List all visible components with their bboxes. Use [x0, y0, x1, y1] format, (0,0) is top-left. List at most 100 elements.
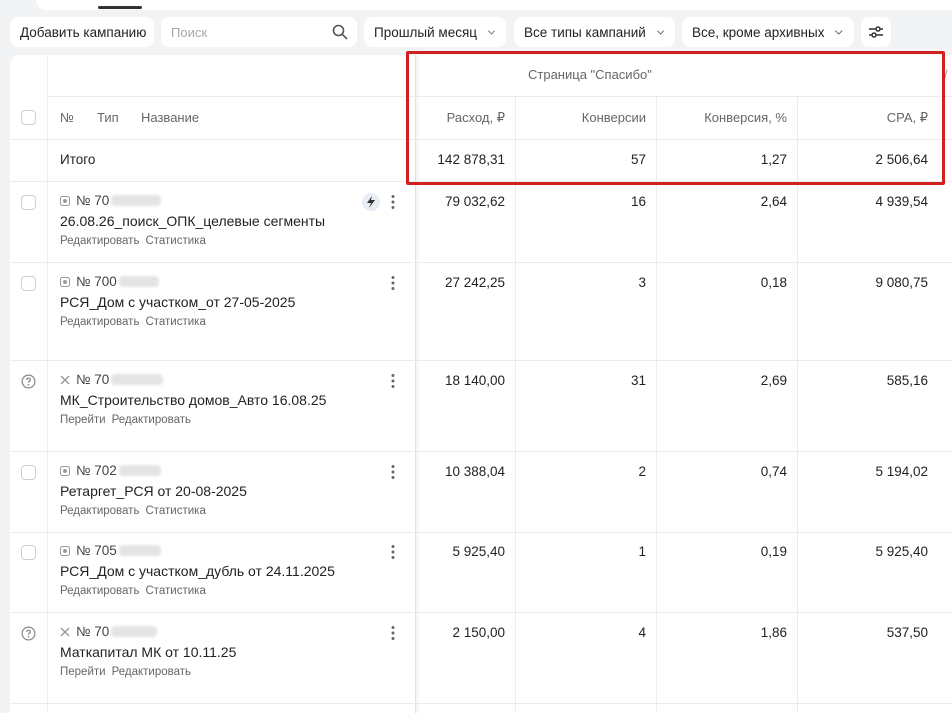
highlight-frame	[406, 51, 945, 185]
statistics-link[interactable]: Статистика	[145, 235, 205, 247]
row-conversions: 3	[638, 275, 646, 290]
column-divider	[797, 97, 798, 713]
row-checkbox[interactable]	[21, 195, 36, 210]
column-divider	[656, 97, 657, 713]
sliders-icon	[869, 26, 883, 38]
search-icon[interactable]	[332, 24, 348, 40]
campaign-name[interactable]: Ретаргет_РСЯ от 20-08-2025	[60, 483, 247, 499]
row-spend: 18 140,00	[444, 373, 505, 388]
campaign-types-select[interactable]: Все типы кампаний	[514, 17, 675, 47]
campaign-id[interactable]: № 70	[60, 372, 164, 387]
master-campaign-icon	[60, 375, 70, 384]
period-label: Прошлый месяц	[374, 24, 478, 40]
toolbar: Добавить кампанию Прошлый месяц Все типы…	[0, 17, 952, 47]
search-input[interactable]	[171, 24, 321, 40]
row-conversion-rate: 0,74	[760, 464, 787, 479]
filter-settings-button[interactable]	[861, 17, 891, 47]
row-divider	[10, 703, 952, 704]
more-actions-icon[interactable]	[390, 275, 396, 291]
row-checkbox[interactable]	[21, 545, 36, 560]
campaign-links: Редактировать Статистика	[60, 316, 212, 328]
campaign-links: Редактировать Статистика	[60, 585, 212, 597]
column-divider	[515, 97, 516, 713]
row-spend: 27 242,25	[444, 275, 505, 290]
more-actions-icon[interactable]	[390, 544, 396, 560]
network-campaign-icon	[60, 465, 70, 476]
campaign-name[interactable]: 26.08.26_поиск_ОПК_целевые сегменты	[60, 213, 325, 229]
redacted-id	[111, 626, 158, 637]
redacted-id	[111, 374, 164, 385]
campaign-id[interactable]: № 702	[60, 463, 161, 478]
chevron-down-icon	[835, 30, 843, 35]
column-header-type[interactable]: Тип	[97, 110, 119, 125]
statistics-link[interactable]: Статистика	[145, 585, 205, 597]
campaign-links: Редактировать Статистика	[60, 235, 212, 247]
campaign-types-label: Все типы кампаний	[524, 24, 646, 40]
row-divider	[10, 532, 952, 533]
row-conversions: 31	[630, 373, 646, 388]
goto-link[interactable]: Перейти	[60, 666, 106, 678]
more-actions-icon[interactable]	[390, 464, 396, 480]
row-conversion-rate: 0,19	[760, 544, 787, 559]
question-circle-icon[interactable]	[21, 374, 36, 389]
status-select[interactable]: Все, кроме архивных	[682, 17, 854, 47]
period-select[interactable]: Прошлый месяц	[364, 17, 506, 47]
campaign-id[interactable]: № 70	[60, 624, 158, 639]
campaign-name[interactable]: Маткапитал МК от 10.11.25	[60, 644, 236, 660]
campaign-id[interactable]: № 700	[60, 274, 159, 289]
autotargeting-bolt-icon[interactable]	[362, 193, 380, 211]
edit-link[interactable]: Редактировать	[60, 505, 139, 517]
total-label: Итого	[60, 152, 96, 167]
status-label: Все, кроме архивных	[692, 24, 825, 40]
row-divider	[10, 262, 952, 263]
campaign-id[interactable]: № 70	[60, 193, 162, 208]
redacted-id	[118, 465, 161, 476]
edit-link[interactable]: Редактировать	[112, 666, 191, 678]
row-conversion-rate: 2,69	[760, 373, 787, 388]
column-header-name[interactable]: Название	[141, 110, 199, 125]
row-checkbox[interactable]	[21, 276, 36, 291]
row-divider	[10, 360, 952, 361]
campaign-name[interactable]: РСЯ_Дом с участком_от 27-05-2025	[60, 294, 295, 310]
column-divider	[47, 55, 48, 713]
campaign-name[interactable]: МК_Строительство домов_Авто 16.08.25	[60, 392, 326, 408]
statistics-link[interactable]: Статистика	[145, 505, 205, 517]
row-spend: 79 032,62	[444, 194, 505, 209]
row-spend: 5 925,40	[452, 544, 505, 559]
row-spend: 2 150,00	[452, 625, 505, 640]
more-actions-icon[interactable]	[390, 194, 396, 210]
edit-link[interactable]: Редактировать	[60, 316, 139, 328]
row-cpa: 5 194,02	[875, 464, 928, 479]
campaign-links: Перейти Редактировать	[60, 414, 197, 426]
active-tab-indicator	[98, 6, 142, 9]
more-actions-icon[interactable]	[390, 625, 396, 641]
question-circle-icon[interactable]	[21, 626, 36, 641]
row-checkbox[interactable]	[21, 465, 36, 480]
search-box[interactable]	[161, 17, 357, 47]
campaign-id[interactable]: № 705	[60, 543, 161, 558]
edit-link[interactable]: Редактировать	[60, 585, 139, 597]
row-cpa: 9 080,75	[875, 275, 928, 290]
row-conversion-rate: 2,64	[760, 194, 787, 209]
network-campaign-icon	[60, 276, 70, 287]
row-conversion-rate: 1,86	[760, 625, 787, 640]
edit-link[interactable]: Редактировать	[60, 235, 139, 247]
statistics-link[interactable]: Статистика	[145, 316, 205, 328]
goto-link[interactable]: Перейти	[60, 414, 106, 426]
network-campaign-icon	[60, 545, 70, 556]
chevron-down-icon	[487, 30, 496, 35]
row-cpa: 585,16	[886, 373, 928, 388]
chevron-down-icon	[656, 30, 665, 35]
row-conversions: 1	[638, 544, 646, 559]
redacted-id	[111, 195, 162, 206]
column-header-number[interactable]: №	[60, 110, 74, 125]
search-campaign-icon	[60, 195, 70, 206]
campaign-links: Редактировать Статистика	[60, 505, 212, 517]
add-campaign-button[interactable]: Добавить кампанию	[10, 17, 154, 47]
row-spend: 10 388,04	[444, 464, 505, 479]
edit-link[interactable]: Редактировать	[112, 414, 191, 426]
row-cpa: 537,50	[886, 625, 928, 640]
campaign-name[interactable]: РСЯ_Дом с участком_дубль от 24.11.2025	[60, 563, 335, 579]
more-actions-icon[interactable]	[390, 373, 396, 389]
select-all-checkbox[interactable]	[21, 110, 36, 125]
